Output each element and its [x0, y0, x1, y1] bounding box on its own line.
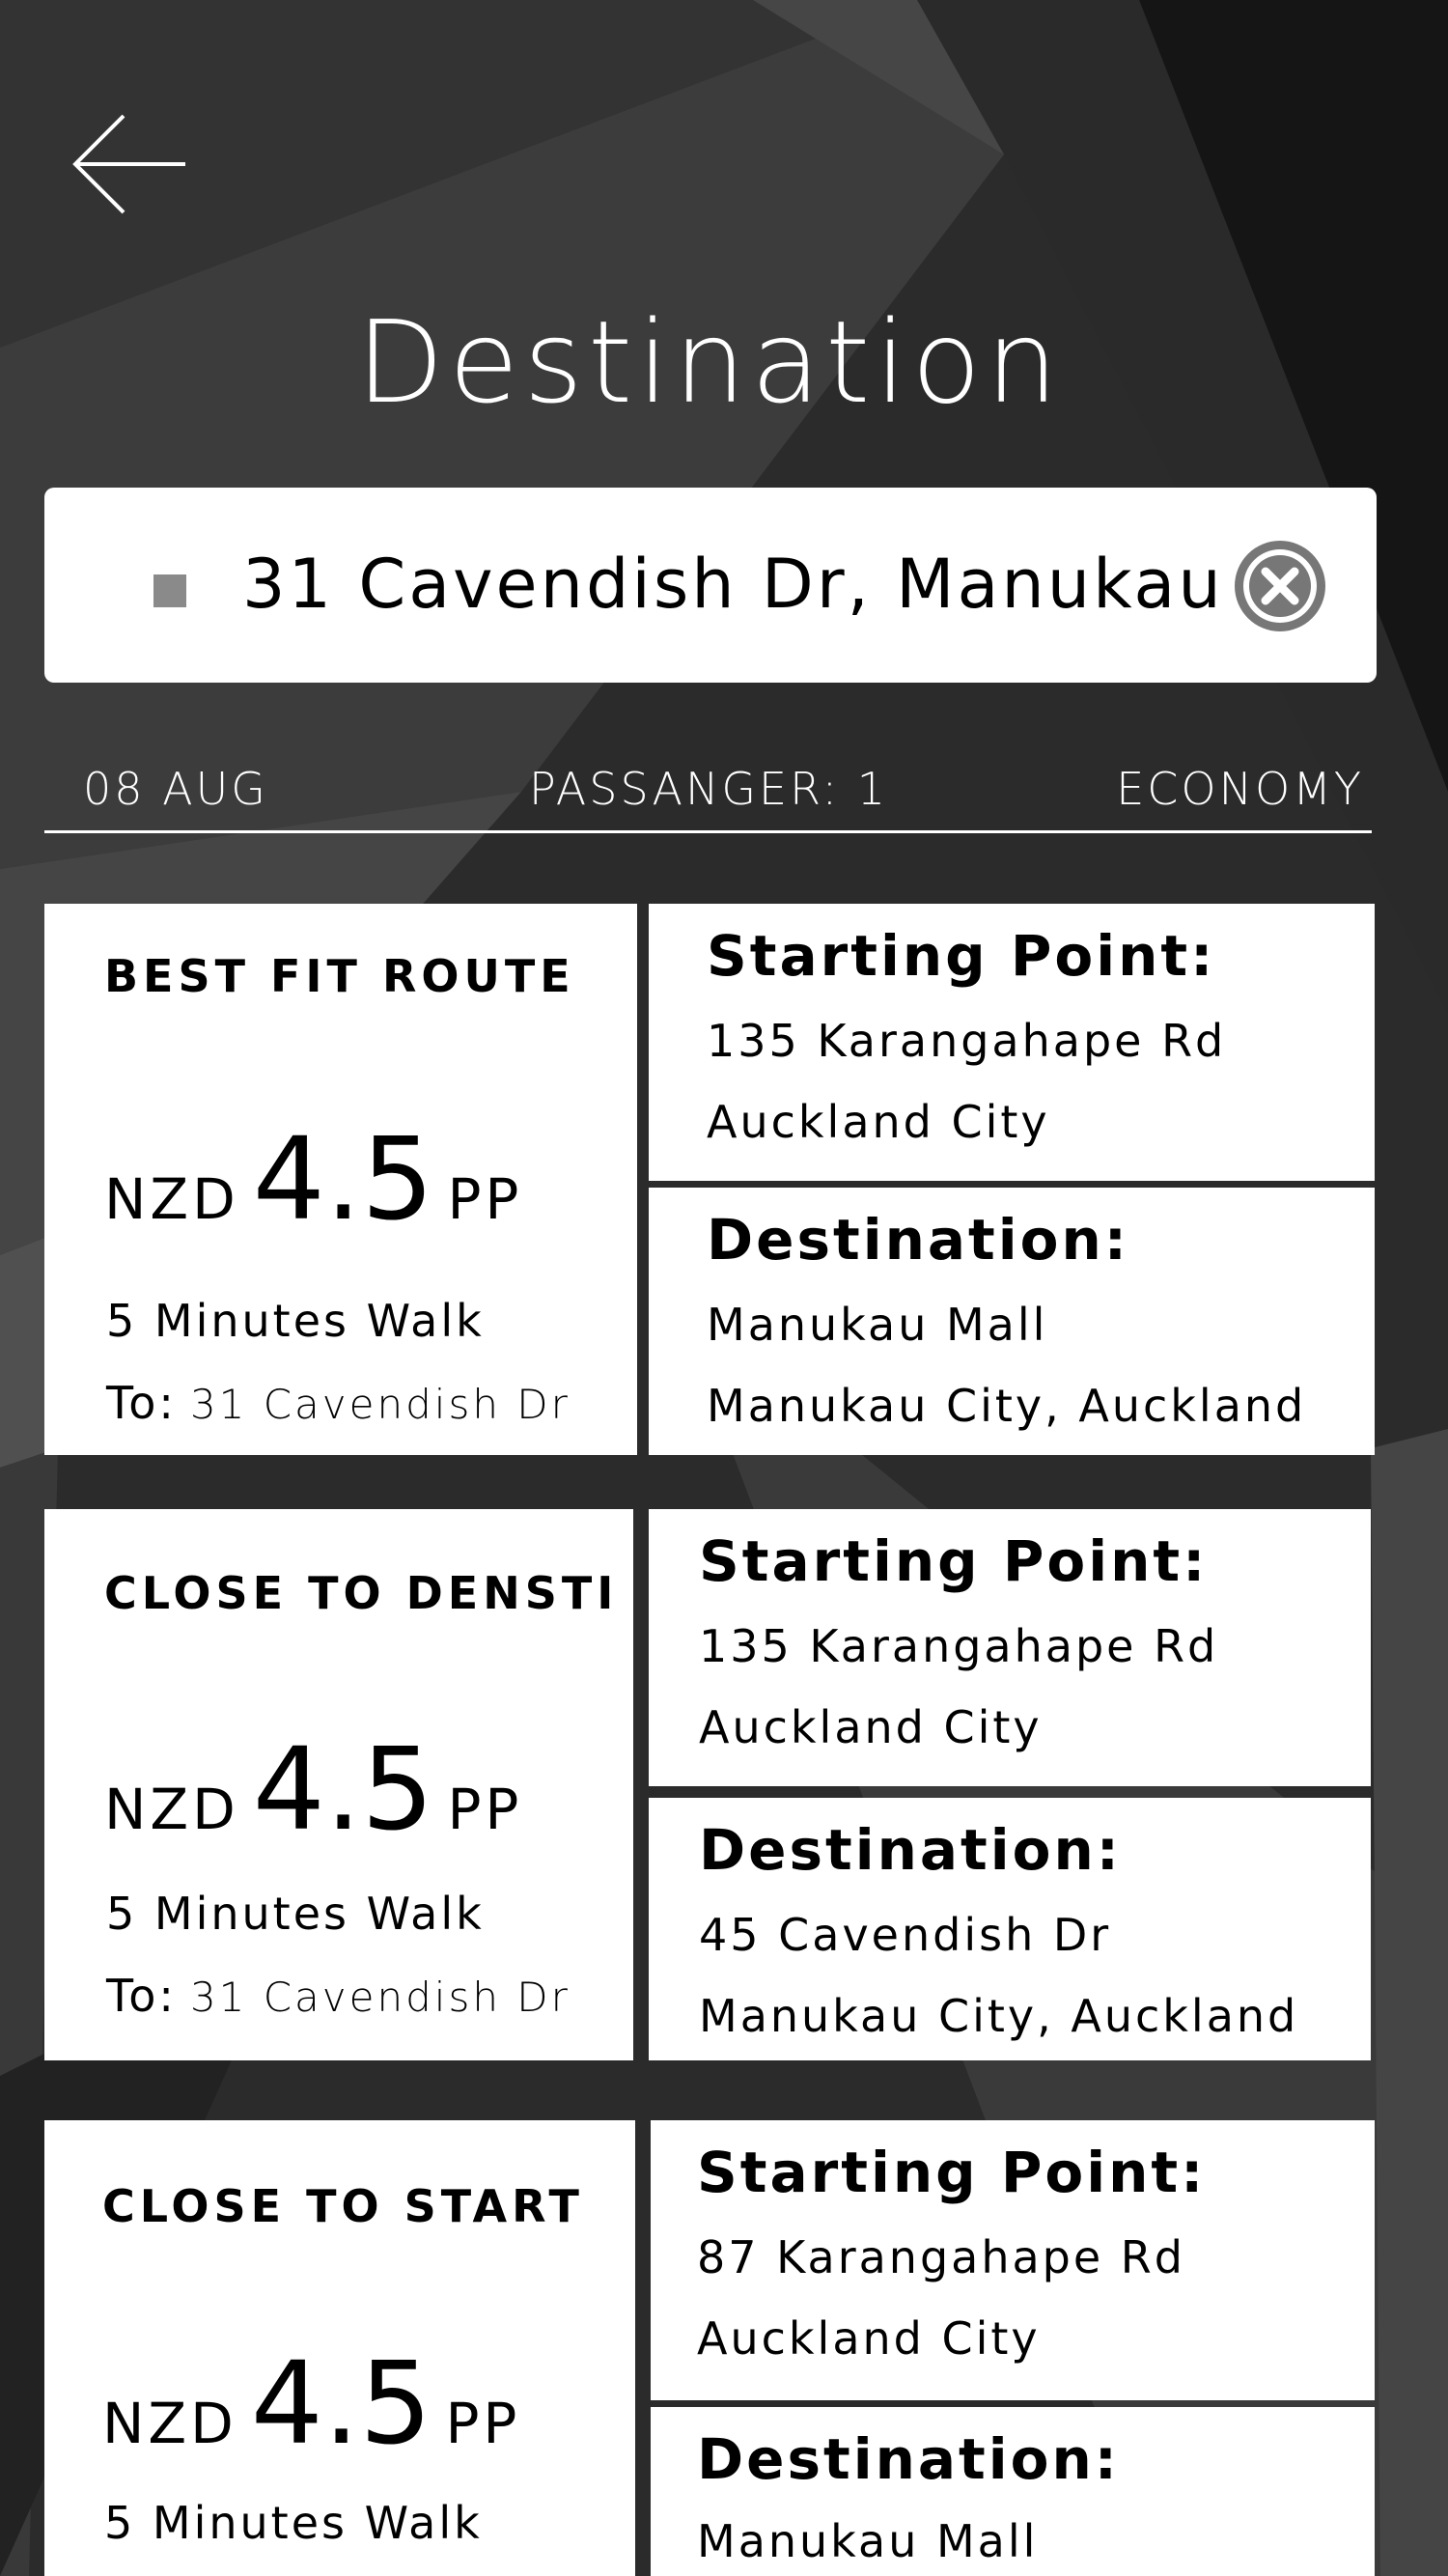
route-summary[interactable]: BEST FIT ROUTE NZD 4.5 PP 5 Minutes Walk T… [44, 904, 637, 1455]
to-label: To: [106, 1970, 177, 2022]
price-unit: PP [447, 1166, 523, 1232]
route-label: BEST FIT ROUTE [104, 950, 575, 1002]
price-currency: NZD [104, 1166, 239, 1232]
starting-point-city: Auckland City [699, 1701, 1043, 1753]
destination-city: Manukau City, Auckland [707, 1380, 1307, 1432]
walk-time: 5 Minutes Walk [106, 1888, 485, 1940]
starting-point-address: 135 Karangahape Rd [707, 1015, 1227, 1067]
price-amount: 4.5 [250, 2337, 432, 2470]
page-title: Destination [355, 295, 1064, 429]
route-price: NZD 4.5 PP [102, 2340, 520, 2501]
destination-panel[interactable]: Destination: 45 Cavendish Dr Manukau Cit… [649, 1798, 1371, 2060]
walk-to: To: 31 Cavendish Dr [106, 1970, 571, 2022]
arrow-left-icon [72, 114, 185, 214]
route-details: Starting Point: 135 Karangahape Rd Auckl… [649, 904, 1375, 1455]
route-price: NZD 4.5 PP [104, 1116, 522, 1276]
walk-to: To: 31 Cavendish Dr [106, 1377, 571, 1429]
clear-circle-x-icon [1235, 541, 1325, 631]
travel-class[interactable]: ECONOMY [1116, 763, 1364, 815]
price-unit: PP [445, 2391, 521, 2456]
destination-city: Manukau City, Auckland [699, 1990, 1299, 2042]
destination-address: Manukau Mall [697, 2515, 1039, 2567]
starting-point-address: 87 Karangahape Rd [697, 2231, 1185, 2283]
route-card[interactable]: CLOSE TO START NZD 4.5 PP 5 Minutes Walk S… [44, 2120, 1375, 2576]
route-label: CLOSE TO DENSTI [104, 1567, 619, 1619]
destination-input[interactable] [242, 526, 1227, 642]
destination-title: Destination: [707, 1207, 1129, 1273]
starting-point-city: Auckland City [707, 1096, 1050, 1148]
route-price: NZD 4.5 PP [104, 1726, 522, 1887]
route-card[interactable]: BEST FIT ROUTE NZD 4.5 PP 5 Minutes Walk T… [44, 904, 1375, 1455]
trip-date[interactable]: 08 AUG [83, 763, 268, 815]
route-card[interactable]: CLOSE TO DENSTI NZD 4.5 PP 5 Minutes Walk … [44, 1509, 1375, 2060]
to-address: 31 Cavendish Dr [189, 1381, 571, 1428]
walk-time: 5 Minutes Walk [104, 2497, 483, 2549]
starting-point-title: Starting Point: [707, 923, 1216, 989]
route-details: Starting Point: 87 Karangahape Rd Auckla… [651, 2120, 1377, 2576]
destination-search-box [44, 488, 1377, 683]
destination-title: Destination: [697, 2426, 1120, 2492]
to-address: 31 Cavendish Dr [189, 1974, 571, 2021]
starting-point-title: Starting Point: [697, 2140, 1207, 2205]
starting-point-address: 135 Karangahape Rd [699, 1620, 1219, 1672]
destination-panel[interactable]: Destination: Manukau Mall Manukau City, … [649, 1188, 1375, 1455]
to-label: To: [106, 1377, 177, 1429]
destination-address: 45 Cavendish Dr [699, 1909, 1112, 1961]
price-currency: NZD [104, 1777, 239, 1842]
price-currency: NZD [102, 2391, 237, 2456]
starting-point-panel[interactable]: Starting Point: 87 Karangahape Rd Auckla… [651, 2120, 1375, 2400]
destination-address: Manukau Mall [707, 1299, 1048, 1351]
square-marker-icon [153, 574, 186, 607]
route-label: CLOSE TO START [102, 2180, 584, 2232]
trip-info-row: 08 AUG PASSANGER: 1 ECONOMY [44, 753, 1372, 833]
starting-point-panel[interactable]: Starting Point: 135 Karangahape Rd Auckl… [649, 904, 1375, 1181]
price-unit: PP [447, 1777, 523, 1842]
destination-title: Destination: [699, 1817, 1122, 1883]
starting-point-city: Auckland City [697, 2312, 1041, 2365]
price-amount: 4.5 [252, 1112, 434, 1246]
route-details: Starting Point: 135 Karangahape Rd Auckl… [649, 1509, 1375, 2060]
back-button[interactable] [68, 106, 193, 222]
starting-point-title: Starting Point: [699, 1528, 1209, 1594]
clear-button[interactable] [1232, 538, 1328, 634]
walk-time: 5 Minutes Walk [106, 1295, 485, 1347]
price-amount: 4.5 [252, 1722, 434, 1856]
passenger-count[interactable]: PASSANGER: 1 [529, 763, 888, 815]
destination-panel[interactable]: Destination: Manukau Mall [651, 2407, 1375, 2576]
route-summary[interactable]: CLOSE TO DENSTI NZD 4.5 PP 5 Minutes Walk … [44, 1509, 633, 2060]
starting-point-panel[interactable]: Starting Point: 135 Karangahape Rd Auckl… [649, 1509, 1371, 1786]
route-summary[interactable]: CLOSE TO START NZD 4.5 PP 5 Minutes Walk [44, 2120, 635, 2576]
